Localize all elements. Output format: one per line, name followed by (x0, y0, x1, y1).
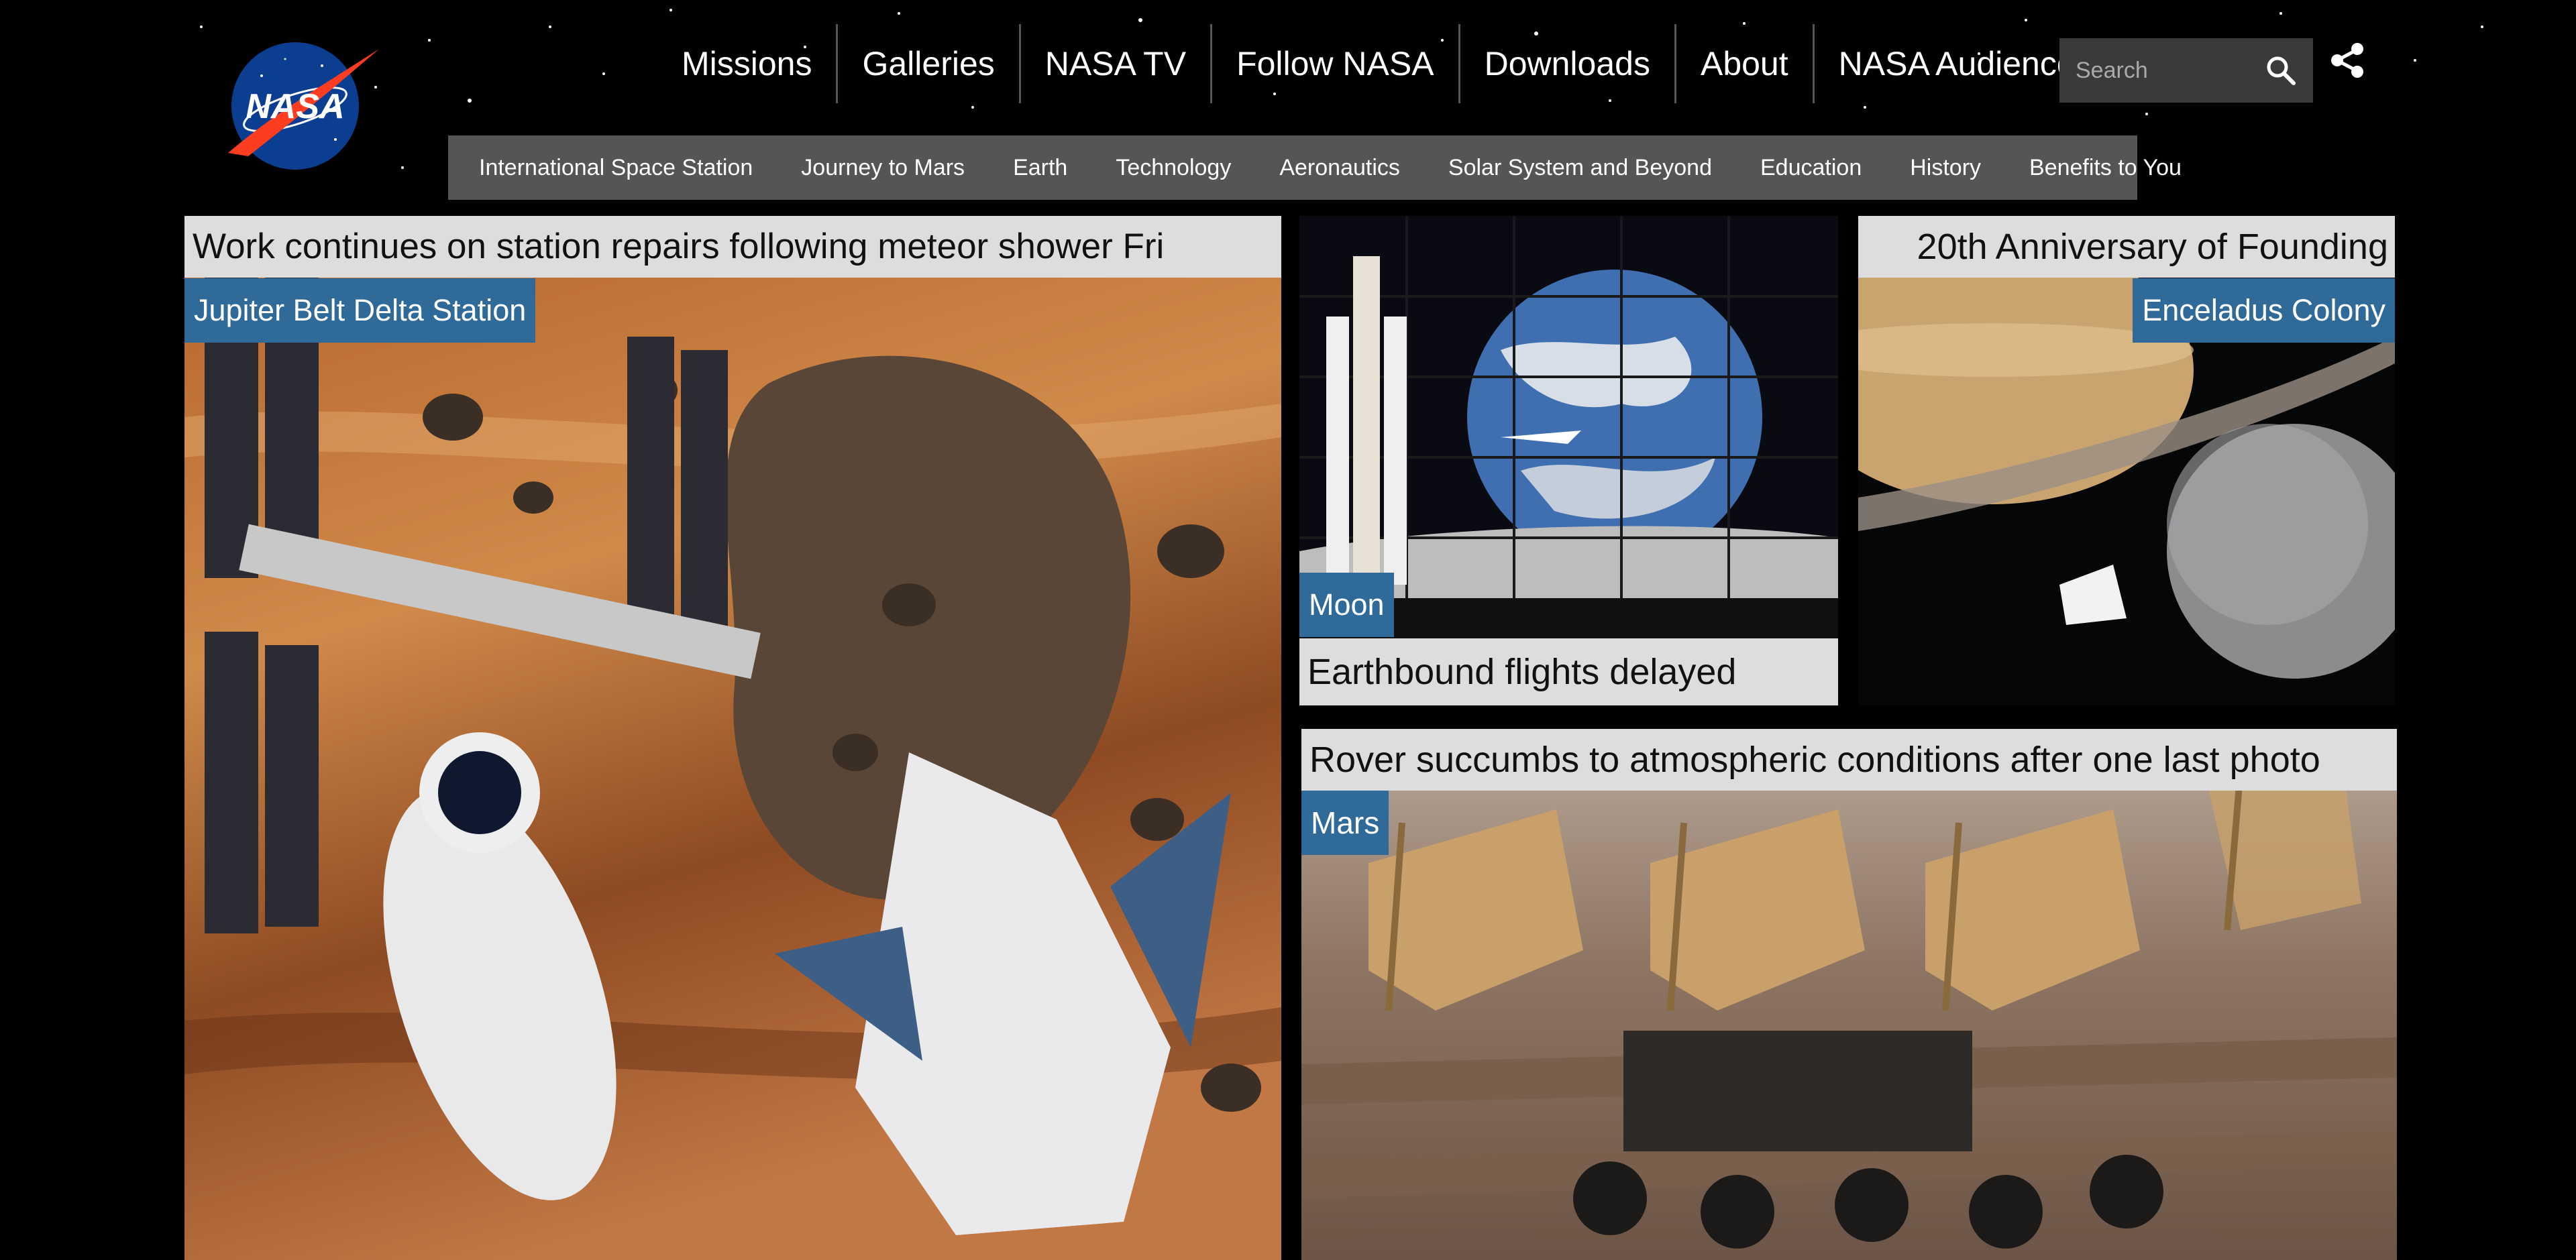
nav-about[interactable]: About (1676, 24, 1813, 103)
nav-nasa-tv[interactable]: NASA TV (1021, 24, 1210, 103)
nasa-logo[interactable]: NASA (221, 39, 382, 173)
share-button[interactable] (2328, 40, 2368, 80)
topic-navigation: International Space Station Journey to M… (448, 135, 2182, 200)
search-input[interactable] (2059, 38, 2254, 103)
mars-rover-image (1301, 729, 2397, 1260)
story-tile-enceladus[interactable]: 20th Anniversary of Founding Enceladus C… (1858, 216, 2395, 705)
story-tile-mars[interactable]: Rover succumbs to atmospheric conditions… (1301, 729, 2397, 1260)
topic-technology[interactable]: Technology (1091, 135, 1255, 200)
nav-follow-nasa[interactable]: Follow NASA (1212, 24, 1458, 103)
topic-international-space-station[interactable]: International Space Station (455, 135, 777, 200)
search-box (2059, 38, 2313, 103)
nav-downloads[interactable]: Downloads (1460, 24, 1674, 103)
story-location-tag[interactable]: Jupiter Belt Delta Station (184, 278, 536, 343)
story-headline[interactable]: Earthbound flights delayed (1299, 638, 1838, 705)
search-icon (2267, 56, 2296, 85)
story-headline[interactable]: Rover succumbs to atmospheric conditions… (1301, 729, 2397, 791)
nav-galleries[interactable]: Galleries (838, 24, 1018, 103)
topic-journey-to-mars[interactable]: Journey to Mars (777, 135, 989, 200)
nav-missions[interactable]: Missions (657, 24, 836, 103)
station-asteroid-image (184, 216, 1281, 1260)
share-icon (2331, 43, 2363, 78)
story-tile-moon[interactable]: Moon Earthbound flights delayed (1299, 216, 1838, 705)
topic-earth[interactable]: Earth (989, 135, 1091, 200)
topic-benefits-to-you[interactable]: Benefits to You (2005, 135, 2206, 200)
topic-solar-system[interactable]: Solar System and Beyond (1424, 135, 1736, 200)
story-location-tag[interactable]: Moon (1299, 573, 1394, 637)
search-button[interactable] (2249, 38, 2313, 103)
story-location-tag[interactable]: Enceladus Colony (2133, 278, 2395, 343)
story-headline[interactable]: 20th Anniversary of Founding (1858, 216, 2395, 278)
story-headline[interactable]: Work continues on station repairs follow… (184, 216, 1281, 278)
story-location-tag[interactable]: Mars (1301, 791, 1389, 855)
topic-education[interactable]: Education (1736, 135, 1886, 200)
story-tile-station-repairs[interactable]: Work continues on station repairs follow… (184, 216, 1281, 1260)
main-navigation: Missions Galleries NASA TV Follow NASA D… (657, 24, 2116, 103)
nasa-logo-text: NASA (246, 87, 344, 126)
topic-history[interactable]: History (1886, 135, 2005, 200)
topic-aeronautics[interactable]: Aeronautics (1255, 135, 1424, 200)
